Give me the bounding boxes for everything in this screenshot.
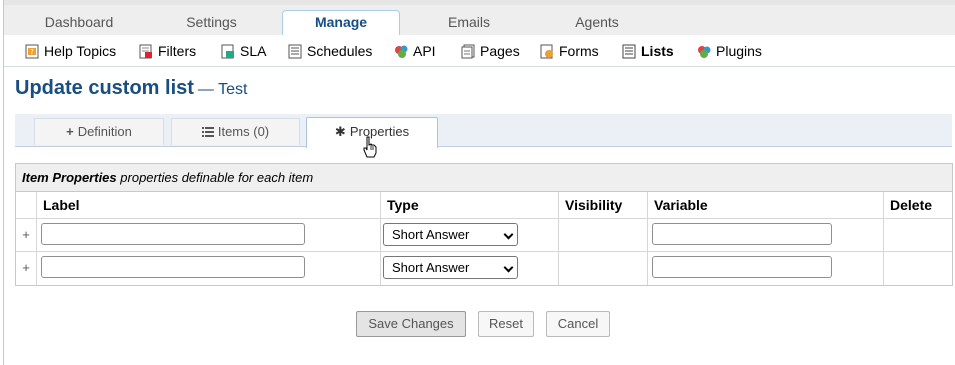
subnav-pages[interactable]: Pages <box>461 41 520 61</box>
subnav-label: Schedules <box>307 43 373 59</box>
reset-button[interactable]: Reset <box>478 311 534 337</box>
header-variable: Variable <box>647 192 883 218</box>
variable-cell <box>647 219 883 251</box>
variable-cell <box>647 252 883 285</box>
subnav-label: Help Topics <box>44 43 117 59</box>
type-select[interactable]: Short Answer <box>383 256 518 279</box>
label-cell <box>36 219 380 251</box>
page: Dashboard Settings Manage Emails Agents … <box>0 0 955 365</box>
subnav-filters[interactable]: Filters <box>139 41 196 61</box>
delete-cell <box>883 219 954 251</box>
plugins-icon <box>698 46 711 58</box>
table-row: + Short Answer <box>16 252 952 285</box>
save-changes-button[interactable]: Save Changes <box>356 311 466 337</box>
tab-items-label: Items (0) <box>217 124 270 139</box>
subnav-lists[interactable]: Lists <box>622 41 674 61</box>
table-caption: Item Properties properties definable for… <box>16 164 952 192</box>
visibility-cell <box>558 219 647 251</box>
subnav-plugins[interactable]: Plugins <box>697 41 762 61</box>
subnav-forms[interactable]: Forms <box>540 41 599 61</box>
delete-cell <box>883 252 954 285</box>
subnav-sla[interactable]: SLA <box>221 41 266 61</box>
tab-items[interactable]: Items (0) <box>171 118 300 145</box>
row-add-marker[interactable]: + <box>16 252 36 285</box>
visibility-cell <box>558 252 647 285</box>
type-cell: Short Answer <box>380 219 558 251</box>
type-cell: Short Answer <box>380 252 558 285</box>
hand-pointer-icon <box>363 136 377 158</box>
sub-nav: ? Help Topics Filters SLA Schedules API P… <box>4 35 955 67</box>
type-select-value: Short Answer <box>392 260 470 275</box>
variable-input[interactable] <box>652 223 832 245</box>
caption-text: properties definable for each item <box>120 170 314 185</box>
subnav-label: SLA <box>240 43 267 59</box>
page-title-sub: — Test <box>197 81 248 98</box>
list-tabs: + Definition Items (0) ✱ Properties <box>15 114 952 148</box>
table-header: Label Type Visibility Variable Delete <box>16 192 952 219</box>
page-title: Update custom list — Test <box>15 77 247 100</box>
plus-icon: + <box>66 124 74 139</box>
schedules-icon <box>288 44 302 59</box>
subnav-help-topics[interactable]: ? Help Topics <box>25 41 116 61</box>
table-row: + Short Answer <box>16 219 952 252</box>
top-nav-tabs: Dashboard Settings Manage Emails Agents <box>4 0 955 40</box>
type-select-value: Short Answer <box>392 227 470 242</box>
variable-input[interactable] <box>652 256 832 278</box>
label-input[interactable] <box>41 256 305 278</box>
subnav-label: Pages <box>480 43 520 59</box>
type-select[interactable]: Short Answer <box>383 223 518 246</box>
header-label: Label <box>36 192 380 218</box>
subnav-label: Filters <box>158 43 197 59</box>
lists-icon <box>622 44 636 59</box>
svg-text:?: ? <box>30 48 34 56</box>
subnav-label: API <box>413 43 436 59</box>
forms-icon <box>540 44 553 59</box>
tab-definition-label: Definition <box>77 124 132 139</box>
subnav-label: Forms <box>559 43 599 59</box>
header-marker <box>16 192 36 218</box>
header-delete: Delete <box>883 192 954 218</box>
list-icon <box>201 127 214 137</box>
subnav-schedules[interactable]: Schedules <box>288 41 372 61</box>
properties-table: Item Properties properties definable for… <box>15 163 953 286</box>
caption-bold: Item Properties <box>22 170 117 185</box>
chevron-down-icon <box>503 229 514 240</box>
label-cell <box>36 252 380 285</box>
header-type: Type <box>380 192 558 218</box>
subnav-label: Lists <box>641 43 674 59</box>
row-add-marker[interactable]: + <box>16 219 36 251</box>
cancel-button[interactable]: Cancel <box>546 311 610 337</box>
chevron-down-icon <box>503 262 514 273</box>
help-topics-icon: ? <box>25 44 39 59</box>
label-input[interactable] <box>41 223 305 245</box>
filters-icon <box>139 44 152 59</box>
page-title-main: Update custom list <box>15 77 194 99</box>
api-icon <box>395 45 408 58</box>
header-visibility: Visibility <box>558 192 647 218</box>
subnav-label: Plugins <box>716 43 762 59</box>
asterisk-icon: ✱ <box>334 124 346 139</box>
tab-properties-label: Properties <box>349 124 410 139</box>
sla-icon <box>221 44 234 59</box>
pages-icon <box>461 44 475 59</box>
tab-definition[interactable]: + Definition <box>34 118 164 145</box>
subnav-api[interactable]: API <box>394 41 436 61</box>
